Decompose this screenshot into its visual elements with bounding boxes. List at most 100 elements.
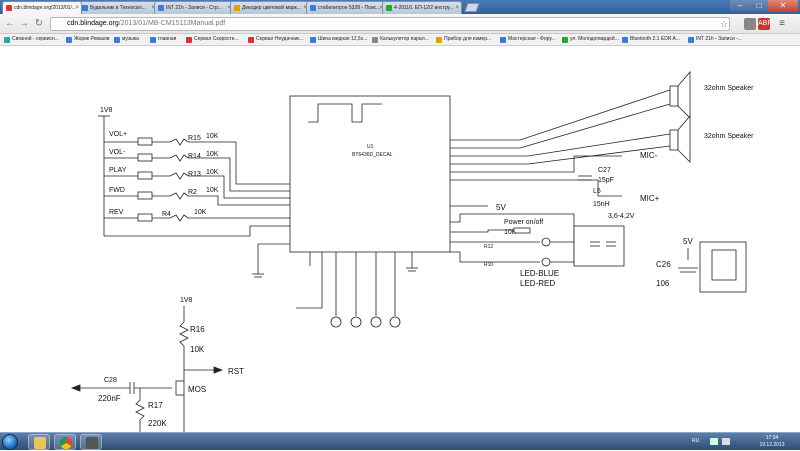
- bookmark-item[interactable]: INT 21h - Записи -...: [688, 34, 742, 45]
- tab-label: 4-20116. ЕП-12/2 инстру...: [394, 5, 454, 11]
- site-favicon-icon: [158, 5, 164, 11]
- network-icon[interactable]: [710, 438, 718, 445]
- language-indicator[interactable]: RU: [692, 438, 699, 444]
- l6-ref: L6: [593, 188, 601, 195]
- warning-favicon-icon: [234, 5, 240, 11]
- bookmark-favicon-icon: [4, 37, 10, 43]
- tab-zener[interactable]: стабилитрон 5328 - Поис... ×: [306, 1, 386, 14]
- bookmark-favicon-icon: [248, 37, 254, 43]
- battery-label: 3,6-4,2V: [608, 213, 635, 220]
- app-icon: [86, 437, 98, 449]
- power-label: Power on/off: [504, 219, 543, 226]
- pdf-favicon-icon: [6, 5, 12, 11]
- tab-decoder[interactable]: Декодер цветовой марк... ×: [230, 1, 310, 14]
- button-label: REV: [109, 209, 124, 216]
- bookmark-item[interactable]: главная: [150, 34, 176, 45]
- reload-icon[interactable]: ↻: [33, 18, 45, 30]
- led-label: LED-RED: [520, 279, 555, 288]
- bookmark-item[interactable]: Связной - сервисн...: [4, 34, 59, 45]
- bookmark-label: Жорик Ревазов: [74, 36, 110, 42]
- back-arrow-icon[interactable]: ←: [4, 18, 16, 30]
- resistor-value: 10K: [206, 187, 219, 194]
- star-bookmark-icon[interactable]: ☆: [718, 18, 730, 30]
- supply-label: 1V8: [100, 107, 113, 114]
- start-button[interactable]: [2, 434, 18, 450]
- bookmark-item[interactable]: Жорик Ревазов: [66, 34, 109, 45]
- extension-icon[interactable]: [744, 18, 756, 30]
- speaker-2-icon: [669, 129, 679, 151]
- bookmark-label: Прибор для измер...: [444, 36, 492, 42]
- bookmark-favicon-icon: [500, 37, 506, 43]
- button-row-play: PLAY R13 10K: [104, 167, 290, 199]
- l6-value: 15nH: [593, 201, 610, 208]
- close-tab-icon[interactable]: ×: [455, 2, 459, 14]
- pdf-viewer[interactable]: 1V8 VOL+ R15 10K VOL- R14 10K PLAY R13 1…: [0, 46, 800, 432]
- c27-value: 15pF: [598, 177, 614, 184]
- taskbar-app[interactable]: [80, 434, 102, 450]
- bookmark-item[interactable]: Сервал Скоросте...: [186, 34, 239, 45]
- bookmark-item[interactable]: Мастерская - Фору...: [500, 34, 556, 45]
- clock[interactable]: 17:34 19.12.2013: [752, 435, 792, 449]
- browser-toolbar: ← → ↻ cdn.blindage.org/2013/01/MB-CM1511…: [0, 14, 800, 34]
- volume-icon[interactable]: [722, 438, 730, 445]
- v5-label: 5V: [496, 203, 506, 212]
- bookmark-item[interactable]: Bluetooth 2.1 EDR A...: [622, 34, 680, 45]
- c26-value: 106: [656, 279, 670, 288]
- chip-bottom-pins: [296, 252, 418, 328]
- new-tab-button[interactable]: [464, 3, 480, 12]
- address-bar[interactable]: cdn.blindage.org/2013/01/MB-CM15113Manua…: [50, 17, 730, 31]
- taskbar-explorer[interactable]: [28, 434, 50, 450]
- tab-int21h[interactable]: INT 21h - Записи - Стр... ×: [154, 1, 234, 14]
- button-label: PLAY: [109, 167, 127, 174]
- bookmark-item[interactable]: Прибор для измер...: [436, 34, 491, 45]
- bookmark-label: Сервал Скоросте...: [194, 36, 239, 42]
- chip-part: BT6436D_DECAL: [352, 152, 393, 158]
- mic-minus-label: MIC-: [640, 151, 658, 160]
- button-label: FWD: [109, 187, 125, 194]
- bookmark-item[interactable]: Калькулятор парал...: [372, 34, 429, 45]
- domain-text: cdn.blindage.org: [67, 20, 119, 27]
- bookmark-label: Шина медная 12,5х...: [318, 36, 368, 42]
- bookmarks-bar: Связной - сервисн... Жорик Ревазов музык…: [0, 34, 800, 46]
- right-5v-label: 5V: [683, 237, 693, 246]
- minimize-button[interactable]: –: [730, 0, 750, 12]
- led-blue-icon: [541, 237, 551, 247]
- bookmark-item[interactable]: ул. Молодогвардей...: [562, 34, 619, 45]
- r12-ref: R12: [484, 244, 493, 250]
- bookmark-item[interactable]: Сервал Неудачник...: [248, 34, 304, 45]
- forward-arrow-icon[interactable]: →: [18, 18, 30, 30]
- adblock-icon[interactable]: ABP: [758, 18, 772, 30]
- button-row-rev: REV R4 10K: [104, 209, 290, 222]
- bottom-supply-label: 1V8: [180, 297, 193, 304]
- close-tab-icon[interactable]: ×: [75, 2, 79, 14]
- maximize-button[interactable]: □: [750, 0, 768, 12]
- mos-label: MOS: [188, 385, 206, 394]
- bookmark-favicon-icon: [688, 37, 694, 43]
- taskbar-chrome[interactable]: [54, 434, 76, 450]
- close-window-button[interactable]: ✕: [768, 0, 798, 12]
- tab-manual[interactable]: 4-20116. ЕП-12/2 инстру... ×: [382, 1, 462, 14]
- bookmark-label: Bluetooth 2.1 EDR A...: [630, 36, 681, 42]
- chrome-icon: [60, 437, 72, 449]
- resistor-ref: R13: [188, 171, 201, 178]
- button-row-volm: VOL- R14 10K: [104, 149, 290, 192]
- clock-time: 17:34: [765, 435, 779, 441]
- resistor-value: 10K: [206, 169, 219, 176]
- tab-technosila[interactable]: Будильник в Техносил... ×: [78, 1, 158, 14]
- bookmark-favicon-icon: [372, 37, 378, 43]
- bookmark-favicon-icon: [562, 37, 568, 43]
- speaker-label: 32ohm Speaker: [704, 133, 754, 140]
- site-favicon-icon: [310, 5, 316, 11]
- chip-body: [289, 95, 451, 253]
- c28-value: 220nF: [98, 394, 121, 403]
- bookmark-item[interactable]: музыка: [114, 34, 139, 45]
- menu-icon[interactable]: ≡: [776, 18, 788, 30]
- bookmark-item[interactable]: Шина медная 12,5х...: [310, 34, 367, 45]
- mic-plus-label: MIC+: [640, 194, 660, 203]
- button-row-fwd: FWD R2 10K: [104, 187, 290, 206]
- browser-window: cdn.blindage.org/2013/01/... × Будильник…: [0, 0, 800, 450]
- tab-pdf[interactable]: cdn.blindage.org/2013/01/... ×: [2, 1, 82, 14]
- resistor-value: 10K: [206, 151, 219, 158]
- bookmark-favicon-icon: [310, 37, 316, 43]
- resistor-ref: R15: [188, 135, 201, 142]
